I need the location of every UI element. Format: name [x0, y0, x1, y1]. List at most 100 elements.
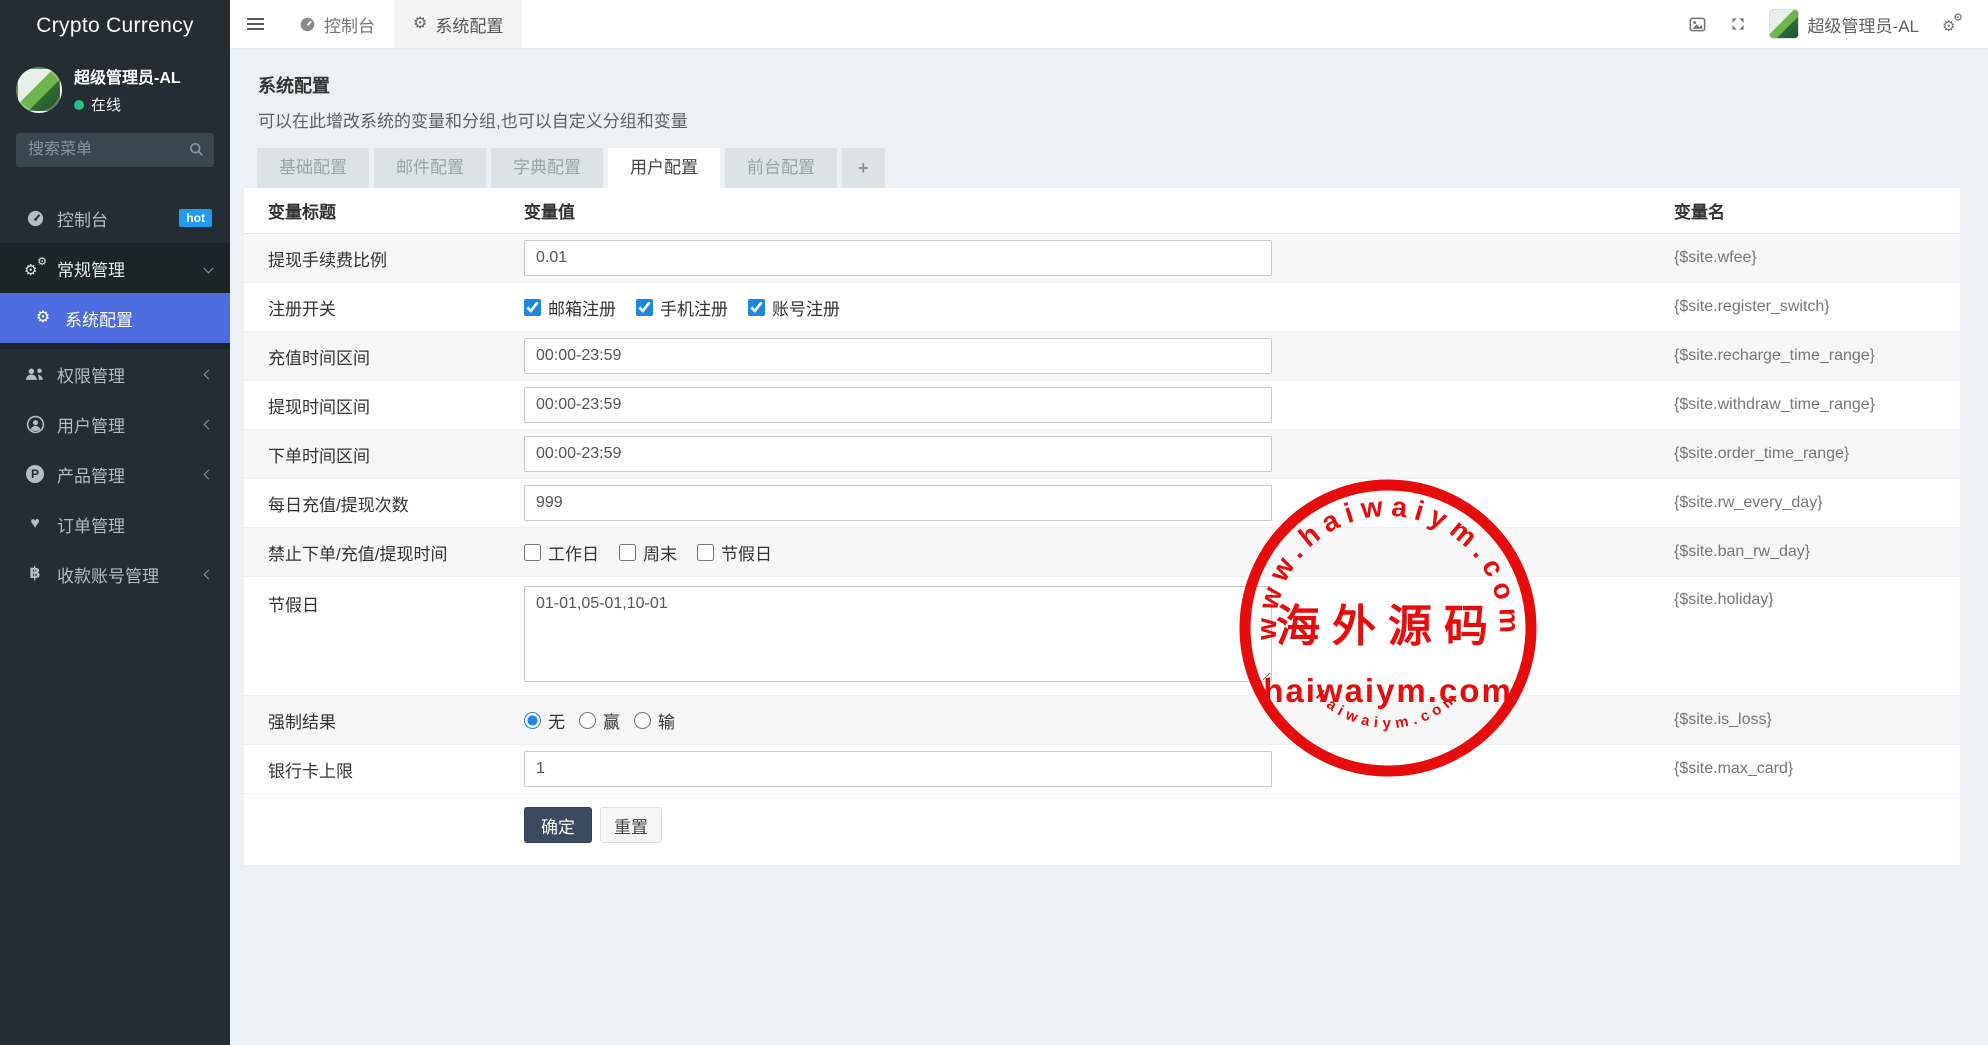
- page-title: 系统配置: [258, 72, 1988, 98]
- topbar-user[interactable]: 超级管理员-AL: [1769, 9, 1919, 39]
- sidebar-item-user-manage[interactable]: 用户管理: [0, 399, 230, 449]
- checkbox-option[interactable]: 周末: [619, 540, 677, 565]
- checkbox-label: 周末: [643, 540, 677, 565]
- chevron-left-icon: [204, 469, 214, 479]
- radio-option[interactable]: 输: [634, 708, 675, 733]
- holiday-textarea[interactable]: 01-01,05-01,10-01: [524, 586, 1272, 682]
- mobile-register-checkbox[interactable]: [636, 299, 653, 316]
- order-time-input[interactable]: [524, 436, 1272, 472]
- checkbox-option[interactable]: 工作日: [524, 540, 599, 565]
- daily-limit-input[interactable]: [524, 485, 1272, 521]
- sidebar-item-label: 订单管理: [57, 512, 125, 537]
- sidebar-search: [16, 133, 214, 167]
- hamburger-icon[interactable]: [230, 0, 280, 48]
- sidebar-item-label: 常规管理: [57, 256, 125, 281]
- users-icon: [24, 366, 46, 382]
- recharge-time-input[interactable]: [524, 338, 1272, 374]
- user-status: 在线: [74, 94, 181, 115]
- topbar-user-name: 超级管理员-AL: [1808, 12, 1919, 37]
- sidebar-item-label: 产品管理: [57, 462, 125, 487]
- weekend-checkbox[interactable]: [619, 544, 636, 561]
- table-row: 银行卡上限 {$site.max_card}: [244, 745, 1960, 794]
- email-register-checkbox[interactable]: [524, 299, 541, 316]
- column-header: 变量名: [1674, 198, 1960, 223]
- variable-name: {$site.rw_every_day}: [1674, 494, 1960, 512]
- field-label: 节假日: [244, 586, 524, 616]
- variable-name: {$site.ban_rw_day}: [1674, 543, 1960, 561]
- field-label: 强制结果: [244, 708, 524, 733]
- variable-name: {$site.holiday}: [1674, 586, 1960, 609]
- tab-user-config[interactable]: 用户配置: [608, 148, 720, 188]
- avatar[interactable]: [16, 67, 62, 113]
- gears-icon[interactable]: ⚙⚙: [1942, 15, 1962, 33]
- holiday-checkbox[interactable]: [697, 544, 714, 561]
- hot-badge: hot: [179, 209, 212, 227]
- checkbox-option[interactable]: 节假日: [697, 540, 772, 565]
- sidebar-item-general-manage[interactable]: ⚙⚙ 常规管理: [0, 243, 230, 293]
- result-win-radio[interactable]: [579, 712, 596, 729]
- workday-checkbox[interactable]: [524, 544, 541, 561]
- reset-button[interactable]: 重置: [600, 807, 662, 843]
- ban-day-group: 工作日 周末 节假日: [524, 540, 1674, 565]
- radio-option[interactable]: 无: [524, 708, 565, 733]
- dashboard-icon: [24, 209, 46, 228]
- sidebar-item-label: 收款账号管理: [57, 562, 159, 587]
- register-switch-group: 邮箱注册 手机注册 账号注册: [524, 295, 1674, 320]
- main-area: 控制台 ⚙ 系统配置 超级管理员-AL ⚙⚙: [230, 0, 1988, 1045]
- sidebar-item-permission[interactable]: 权限管理: [0, 349, 230, 399]
- checkbox-label: 手机注册: [660, 295, 728, 320]
- variable-name: {$site.wfee}: [1674, 249, 1960, 267]
- checkbox-label: 邮箱注册: [548, 295, 616, 320]
- sidebar-item-payment-account[interactable]: ฿ 收款账号管理: [0, 549, 230, 599]
- tab-frontend-config[interactable]: 前台配置: [725, 148, 837, 188]
- field-label: 提现时间区间: [244, 393, 524, 418]
- wfee-input[interactable]: [524, 240, 1272, 276]
- result-lose-radio[interactable]: [634, 712, 651, 729]
- table-row: 提现时间区间 {$site.withdraw_time_range}: [244, 381, 1960, 430]
- chevron-left-icon: [204, 569, 214, 579]
- topbar-tab-system-config[interactable]: ⚙ 系统配置: [394, 0, 522, 48]
- sidebar-item-order[interactable]: ♥ 订单管理: [0, 499, 230, 549]
- image-icon[interactable]: [1688, 15, 1707, 34]
- avatar: [1769, 9, 1799, 39]
- column-header: 变量值: [524, 198, 1674, 223]
- user-circle-icon: [24, 415, 46, 434]
- table-row: 节假日 01-01,05-01,10-01 {$site.holiday}: [244, 577, 1960, 696]
- radio-label: 无: [548, 708, 565, 733]
- variable-name: {$site.recharge_time_range}: [1674, 347, 1960, 365]
- sidebar-item-dashboard[interactable]: 控制台 hot: [0, 193, 230, 243]
- topbar-tab-label: 控制台: [324, 12, 375, 37]
- submit-button[interactable]: 确定: [524, 807, 592, 843]
- add-tab-button[interactable]: +: [842, 148, 885, 188]
- field-label: 银行卡上限: [244, 757, 524, 782]
- radio-option[interactable]: 赢: [579, 708, 620, 733]
- tab-basic-config[interactable]: 基础配置: [257, 148, 369, 188]
- radio-label: 输: [658, 708, 675, 733]
- topbar-tab-dashboard[interactable]: 控制台: [280, 0, 394, 48]
- checkbox-label: 节假日: [721, 540, 772, 565]
- checkbox-option[interactable]: 邮箱注册: [524, 295, 616, 320]
- table-row: 充值时间区间 {$site.recharge_time_range}: [244, 332, 1960, 381]
- dashboard-icon: [299, 16, 316, 33]
- online-dot: [74, 100, 84, 110]
- tab-mail-config[interactable]: 邮件配置: [374, 148, 486, 188]
- fullscreen-icon[interactable]: [1730, 16, 1746, 32]
- gears-icon: ⚙⚙: [24, 259, 46, 277]
- account-register-checkbox[interactable]: [748, 299, 765, 316]
- sidebar-item-label: 系统配置: [65, 306, 133, 331]
- field-label: 下单时间区间: [244, 442, 524, 467]
- result-none-radio[interactable]: [524, 712, 541, 729]
- checkbox-label: 账号注册: [772, 295, 840, 320]
- checkbox-option[interactable]: 手机注册: [636, 295, 728, 320]
- sidebar-item-product[interactable]: P 产品管理: [0, 449, 230, 499]
- tab-dictionary-config[interactable]: 字典配置: [491, 148, 603, 188]
- search-input[interactable]: [16, 133, 214, 167]
- checkbox-option[interactable]: 账号注册: [748, 295, 840, 320]
- page-description: 可以在此增改系统的变量和分组,也可以自定义分组和变量: [258, 107, 1988, 132]
- sidebar-menu: 控制台 hot ⚙⚙ 常规管理 ⚙ 系统配置: [0, 193, 230, 599]
- max-card-input[interactable]: [524, 751, 1272, 787]
- sidebar-item-system-config[interactable]: ⚙ 系统配置: [0, 293, 230, 343]
- variable-name: {$site.withdraw_time_range}: [1674, 396, 1960, 414]
- withdraw-time-input[interactable]: [524, 387, 1272, 423]
- field-label: 充值时间区间: [244, 344, 524, 369]
